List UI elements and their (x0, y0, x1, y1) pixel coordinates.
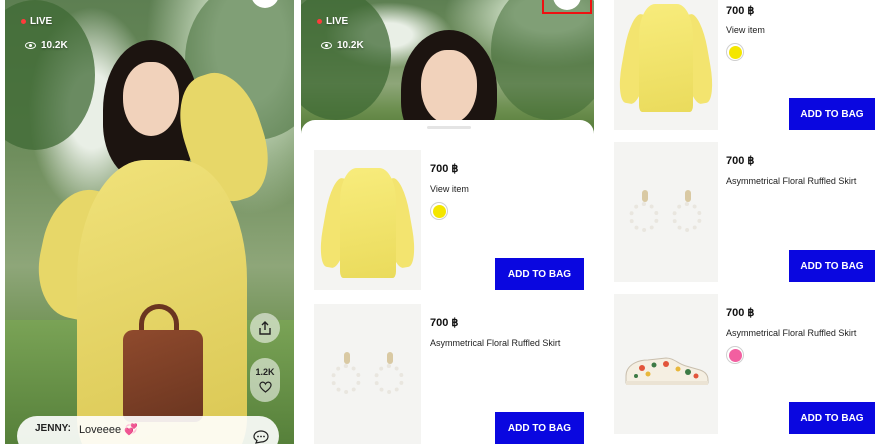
product-name[interactable]: Asymmetrical Floral Ruffled Skirt (726, 328, 856, 338)
product-card[interactable]: 700 ฿ Asymmetrical Floral Ruffled Skirt … (614, 142, 884, 282)
color-swatch-yellow[interactable] (726, 43, 744, 61)
product-sheet: 700 ฿ View item ADD TO BAG 700 ฿ Asymmet… (301, 120, 594, 444)
comment-bar[interactable]: JENNY: Loveeee 💞 (17, 416, 279, 444)
eye-icon (25, 42, 36, 49)
viewer-count-value: 10.2K (41, 40, 68, 51)
live-label: LIVE (326, 16, 349, 27)
live-badge: LIVE (21, 16, 52, 27)
model-face (421, 50, 477, 124)
live-dot-icon (21, 19, 26, 24)
sneaker-image (625, 357, 709, 385)
live-label: LIVE (30, 16, 53, 27)
handbag (123, 330, 203, 422)
product-image[interactable] (614, 0, 718, 130)
product-image[interactable] (614, 142, 718, 282)
model-face (123, 62, 179, 136)
share-icon (259, 321, 271, 335)
chat-bubble-icon[interactable] (253, 430, 269, 444)
sheet-grabber[interactable] (427, 126, 471, 129)
live-badge: LIVE (317, 16, 348, 27)
product-name[interactable]: View item (726, 25, 765, 35)
color-swatch-yellow[interactable] (430, 202, 448, 220)
product-card[interactable]: 700 ฿ Asymmetrical Floral Ruffled Skirt … (614, 294, 884, 434)
product-card[interactable]: 700 ฿ View item ADD TO BAG (614, 0, 884, 130)
product-price: 700 ฿ (726, 307, 755, 319)
product-name[interactable]: Asymmetrical Floral Ruffled Skirt (726, 176, 856, 186)
add-to-bag-button[interactable]: ADD TO BAG (789, 402, 875, 434)
product-card[interactable]: 700 ฿ View item ADD TO BAG (314, 150, 584, 290)
screenshot-canvas: LIVE 10.2K 1.2K JENNY: Loveeee 💞 LIVE 10… (0, 0, 888, 444)
product-price: 700 ฿ (726, 5, 755, 17)
product-sheet-screen: LIVE 10.2K 700 ฿ View item ADD TO BAG 70… (301, 0, 594, 444)
like-count: 1.2K (255, 367, 275, 377)
product-image[interactable] (314, 150, 421, 290)
comment-username: JENNY: (35, 423, 71, 434)
product-name[interactable]: View item (430, 184, 469, 194)
heart-icon (258, 381, 272, 393)
product-price: 700 ฿ (726, 155, 755, 167)
product-price: 700 ฿ (430, 163, 459, 175)
highlight-box (542, 0, 592, 14)
comment-text: Loveeee 💞 (78, 424, 138, 436)
viewer-count: 10.2K (321, 40, 364, 51)
live-stream-screen: LIVE 10.2K 1.2K JENNY: Loveeee 💞 (5, 0, 294, 444)
product-name[interactable]: Asymmetrical Floral Ruffled Skirt (430, 338, 560, 348)
viewer-count: 10.2K (25, 40, 68, 51)
product-card[interactable]: 700 ฿ Asymmetrical Floral Ruffled Skirt … (314, 304, 584, 444)
viewer-count-value: 10.2K (337, 40, 364, 51)
add-to-bag-button[interactable]: ADD TO BAG (495, 412, 584, 444)
tree-foliage (491, 0, 594, 120)
color-swatch-pink[interactable] (726, 346, 744, 364)
eye-icon (321, 42, 332, 49)
product-price: 700 ฿ (430, 317, 459, 329)
add-to-bag-button[interactable]: ADD TO BAG (789, 250, 875, 282)
product-list-screen: 700 ฿ View item ADD TO BAG 700 ฿ Asymmet… (604, 0, 888, 444)
add-to-bag-button[interactable]: ADD TO BAG (495, 258, 584, 290)
product-image[interactable] (314, 304, 421, 444)
live-dot-icon (317, 19, 322, 24)
like-button[interactable]: 1.2K (250, 358, 280, 402)
add-to-bag-button[interactable]: ADD TO BAG (789, 98, 875, 130)
share-button[interactable] (250, 313, 280, 343)
product-image[interactable] (614, 294, 718, 434)
